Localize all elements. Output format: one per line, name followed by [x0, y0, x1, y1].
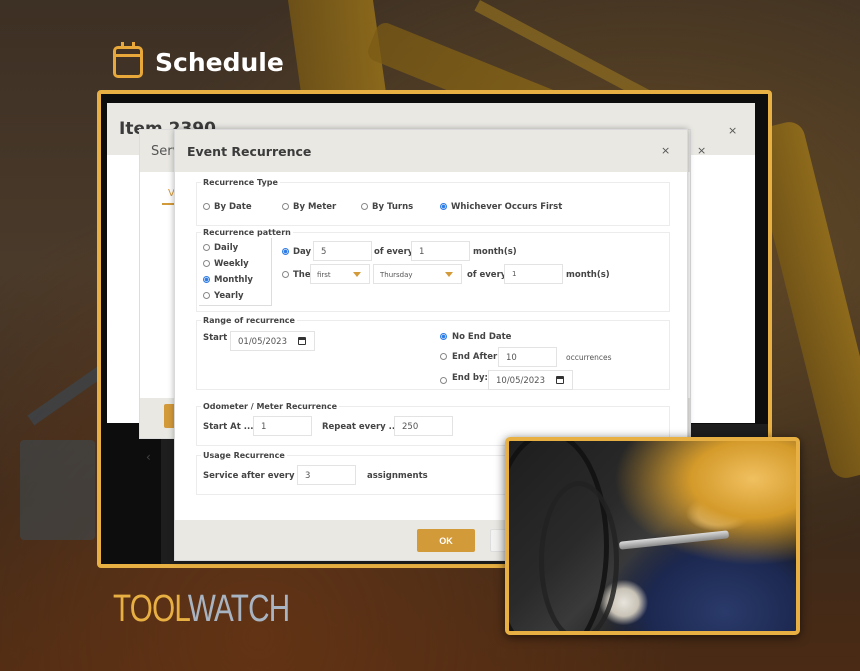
label-by-date: By Date [214, 202, 252, 212]
range-legend: Range of recurrence [203, 316, 295, 325]
start-date-value: 01/05/2023 [238, 337, 287, 347]
label-yearly: Yearly [214, 291, 244, 301]
logo-watch-text: WATCH [187, 588, 290, 630]
ordinal-select[interactable]: first [310, 264, 370, 284]
end-after-input[interactable]: 10 [498, 347, 557, 367]
label-whichever-occurs-first: Whichever Occurs First [451, 202, 563, 212]
calendar-picker-icon[interactable] [298, 337, 306, 345]
label-assignments: assignments [367, 471, 428, 481]
radio-whichever-occurs-first[interactable] [440, 203, 447, 210]
ok-button[interactable]: OK [417, 529, 475, 552]
radio-no-end-date[interactable] [440, 333, 447, 340]
label-months: month(s) [473, 247, 517, 257]
recurrence-type-group: Recurrence Type [196, 178, 670, 226]
radio-day-option[interactable] [282, 248, 289, 255]
label-no-end-date: No End Date [452, 332, 512, 342]
service-modal-close-icon[interactable]: × [697, 144, 706, 157]
ordinal-select-value: first [317, 271, 331, 279]
start-date-input[interactable]: 01/05/2023 [230, 331, 315, 351]
meter-start-at-input[interactable]: 1 [253, 416, 312, 436]
background-machine-decoration [20, 440, 95, 540]
label-service-after-every: Service after every ... [203, 471, 308, 481]
radio-end-after[interactable] [440, 353, 447, 360]
label-occurrences: occurrences [566, 353, 612, 362]
hose-decoration [539, 481, 619, 631]
radio-by-date[interactable] [203, 203, 210, 210]
day-of-month-input[interactable]: 5 [313, 241, 372, 261]
radio-by-turns[interactable] [361, 203, 368, 210]
logo-tool-text: TOOL [113, 588, 189, 630]
page-title: Schedule [155, 47, 284, 77]
mechanic-photo [505, 437, 800, 635]
page-header: Schedule [113, 42, 284, 78]
meter-legend: Odometer / Meter Recurrence [203, 402, 338, 411]
label-weekly: Weekly [214, 259, 249, 269]
recurrence-pattern-legend: Recurrence pattern [203, 228, 291, 237]
meter-repeat-every-input[interactable]: 250 [394, 416, 453, 436]
weekday-select-value: Thursday [380, 271, 413, 279]
label-months: month(s) [566, 270, 610, 280]
radio-the-option[interactable] [282, 271, 289, 278]
radio-yearly[interactable] [203, 292, 210, 299]
the-months-interval-input[interactable]: 1 [504, 264, 563, 284]
label-by-turns: By Turns [372, 202, 414, 212]
chevron-left-icon[interactable]: ‹ [146, 450, 151, 464]
label-the: The [293, 270, 311, 280]
calendar-picker-icon[interactable] [556, 376, 564, 384]
label-of-every: of every [374, 247, 414, 257]
service-after-every-input[interactable]: 3 [297, 465, 356, 485]
dialog-close-icon[interactable]: × [661, 144, 670, 157]
calendar-icon [113, 42, 143, 78]
radio-weekly[interactable] [203, 260, 210, 267]
label-by-meter: By Meter [293, 202, 337, 212]
wrench-decoration [618, 530, 730, 550]
dropdown-caret-icon [445, 272, 453, 277]
label-repeat-every: Repeat every ... [322, 422, 399, 432]
radio-by-meter[interactable] [282, 203, 289, 210]
toolwatch-logo: TOOLWATCH [113, 588, 290, 630]
label-end-after: End After [452, 352, 498, 362]
item-modal-close-icon[interactable]: × [728, 124, 737, 137]
label-of-every: of every [467, 270, 507, 280]
label-day: Day [293, 247, 312, 257]
dialog-title: Event Recurrence [187, 143, 312, 159]
label-daily: Daily [214, 243, 239, 253]
dropdown-caret-icon [353, 272, 361, 277]
weekday-select[interactable]: Thursday [373, 264, 462, 284]
label-end-by: End by: [452, 373, 488, 383]
usage-legend: Usage Recurrence [203, 451, 285, 460]
recurrence-type-legend: Recurrence Type [203, 178, 278, 187]
label-start-at: Start At ... [203, 422, 254, 432]
label-monthly: Monthly [214, 275, 253, 285]
label-start: Start [203, 333, 228, 343]
end-by-date-value: 10/05/2023 [496, 376, 545, 386]
radio-monthly[interactable] [203, 276, 210, 283]
radio-daily[interactable] [203, 244, 210, 251]
day-months-interval-input[interactable]: 1 [411, 241, 470, 261]
radio-end-by[interactable] [440, 377, 447, 384]
end-by-date-input[interactable]: 10/05/2023 [488, 370, 573, 390]
